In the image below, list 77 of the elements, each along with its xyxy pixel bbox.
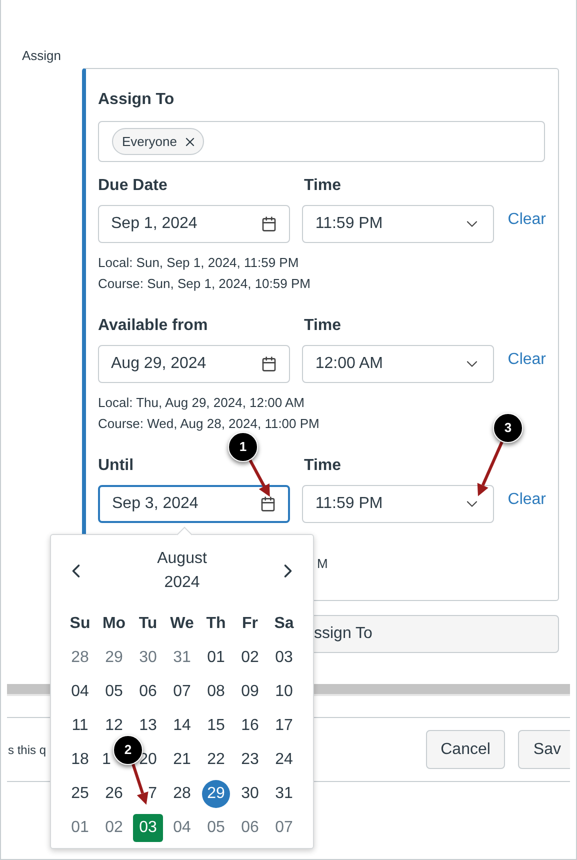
clear-link[interactable]: Clear: [508, 208, 546, 232]
calendar-day[interactable]: 17: [275, 717, 293, 735]
calendar-day[interactable]: 13: [139, 717, 157, 735]
calendar-day[interactable]: 29: [202, 780, 230, 808]
section-label: Assign: [22, 48, 62, 63]
calendar-day[interactable]: 7: [148, 785, 157, 803]
date-field[interactable]: Sep 1, 2024: [98, 205, 290, 243]
calendar-day[interactable]: 23: [241, 751, 259, 769]
calendar-day[interactable]: 05: [207, 819, 225, 837]
clear-link[interactable]: Clear: [508, 348, 546, 372]
local-time-text: Local: Thu, Aug 29, 2024, 12:00 AM: [98, 394, 306, 412]
time-dropdown[interactable]: 11:59 PM: [302, 485, 494, 523]
date-field[interactable]: Sep 3, 2024: [98, 485, 290, 523]
year-label: 2024: [164, 573, 200, 593]
calendar-day[interactable]: 31: [275, 785, 293, 803]
assign-to-field[interactable]: Everyone: [98, 121, 545, 162]
callout-badge: 1: [228, 432, 258, 462]
calendar-day[interactable]: 07: [275, 819, 293, 837]
month-label: August: [157, 549, 207, 569]
clear-link[interactable]: Clear: [508, 488, 546, 512]
calendar-day[interactable]: 24: [275, 751, 293, 769]
field-label: Time: [304, 456, 342, 476]
calendar-day[interactable]: 06: [241, 819, 259, 837]
calendar-day[interactable]: 04: [71, 683, 89, 701]
callout-arrow: [477, 441, 504, 496]
calendar-day[interactable]: 02: [105, 819, 123, 837]
weekday-label: Sa: [274, 614, 294, 634]
callout-arrow: [131, 764, 148, 805]
calendar-day[interactable]: 12: [105, 717, 123, 735]
field-label: Time: [304, 176, 342, 196]
calendar-day[interactable]: 22: [207, 751, 225, 769]
calendar-day[interactable]: 08: [207, 683, 225, 701]
course-time-text: Course: Wed, Aug 28, 2024, 11:00 PM: [98, 416, 320, 431]
calendar-day[interactable]: 04: [173, 819, 191, 837]
calendar-day[interactable]: 11: [72, 717, 88, 735]
time-dropdown[interactable]: 12:00 AM: [302, 345, 494, 383]
field-label: Available from: [98, 316, 209, 336]
course-time-text: M: [317, 555, 328, 573]
cancel-button[interactable]: Cancel: [426, 730, 506, 769]
field-label: Due Date: [98, 176, 168, 196]
weekday-label: Mo: [102, 614, 126, 634]
calendar-day[interactable]: 18: [71, 751, 89, 769]
local-time-text: Local: Sun, Sep 1, 2024, 11:59 PM: [98, 254, 300, 272]
calendar-day[interactable]: 07: [173, 683, 191, 701]
calendar-icon: [261, 356, 278, 372]
date-field[interactable]: Aug 29, 2024: [98, 345, 290, 383]
calendar-day[interactable]: 14: [173, 717, 191, 735]
calendar-day[interactable]: 10: [275, 683, 293, 701]
weekday-label: Tu: [138, 614, 158, 634]
course-time-text: Course: Sun, Sep 1, 2024, 10:59 PM: [98, 276, 310, 291]
calendar-day[interactable]: 09: [241, 683, 259, 701]
calendar-day[interactable]: 1: [102, 751, 111, 769]
save-button[interactable]: Sav: [518, 730, 570, 769]
calendar-day[interactable]: 21: [173, 751, 191, 769]
field-label: Time: [304, 316, 342, 336]
weekday-label: We: [170, 614, 194, 634]
field-label: Until: [98, 456, 135, 476]
calendar-day[interactable]: 06: [139, 683, 157, 701]
calendar-day[interactable]: 25: [71, 785, 89, 803]
calendar-day[interactable]: 05: [105, 683, 123, 701]
calendar-day[interactable]: 26: [105, 785, 123, 803]
weekday-label: Fr: [242, 614, 258, 634]
calendar-icon: [261, 216, 278, 232]
calendar-day[interactable]: 15: [207, 717, 225, 735]
calendar-day[interactable]: 01: [71, 819, 89, 837]
time-dropdown[interactable]: 11:59 PM: [302, 205, 494, 243]
weekday-label: Th: [206, 614, 226, 634]
calendar-day[interactable]: 16: [241, 717, 259, 735]
footer-text: s this q: [7, 742, 46, 758]
calendar-day[interactable]: 30: [241, 785, 259, 803]
field-label: Assign To: [98, 90, 176, 110]
calendar-icon: [260, 496, 276, 512]
callout-badge: 3: [493, 413, 523, 443]
calendar-day[interactable]: 03: [133, 814, 163, 842]
callout-arrow: [248, 459, 270, 497]
calendar-day[interactable]: 28: [173, 785, 191, 803]
tag-chip[interactable]: Everyone: [112, 128, 204, 155]
